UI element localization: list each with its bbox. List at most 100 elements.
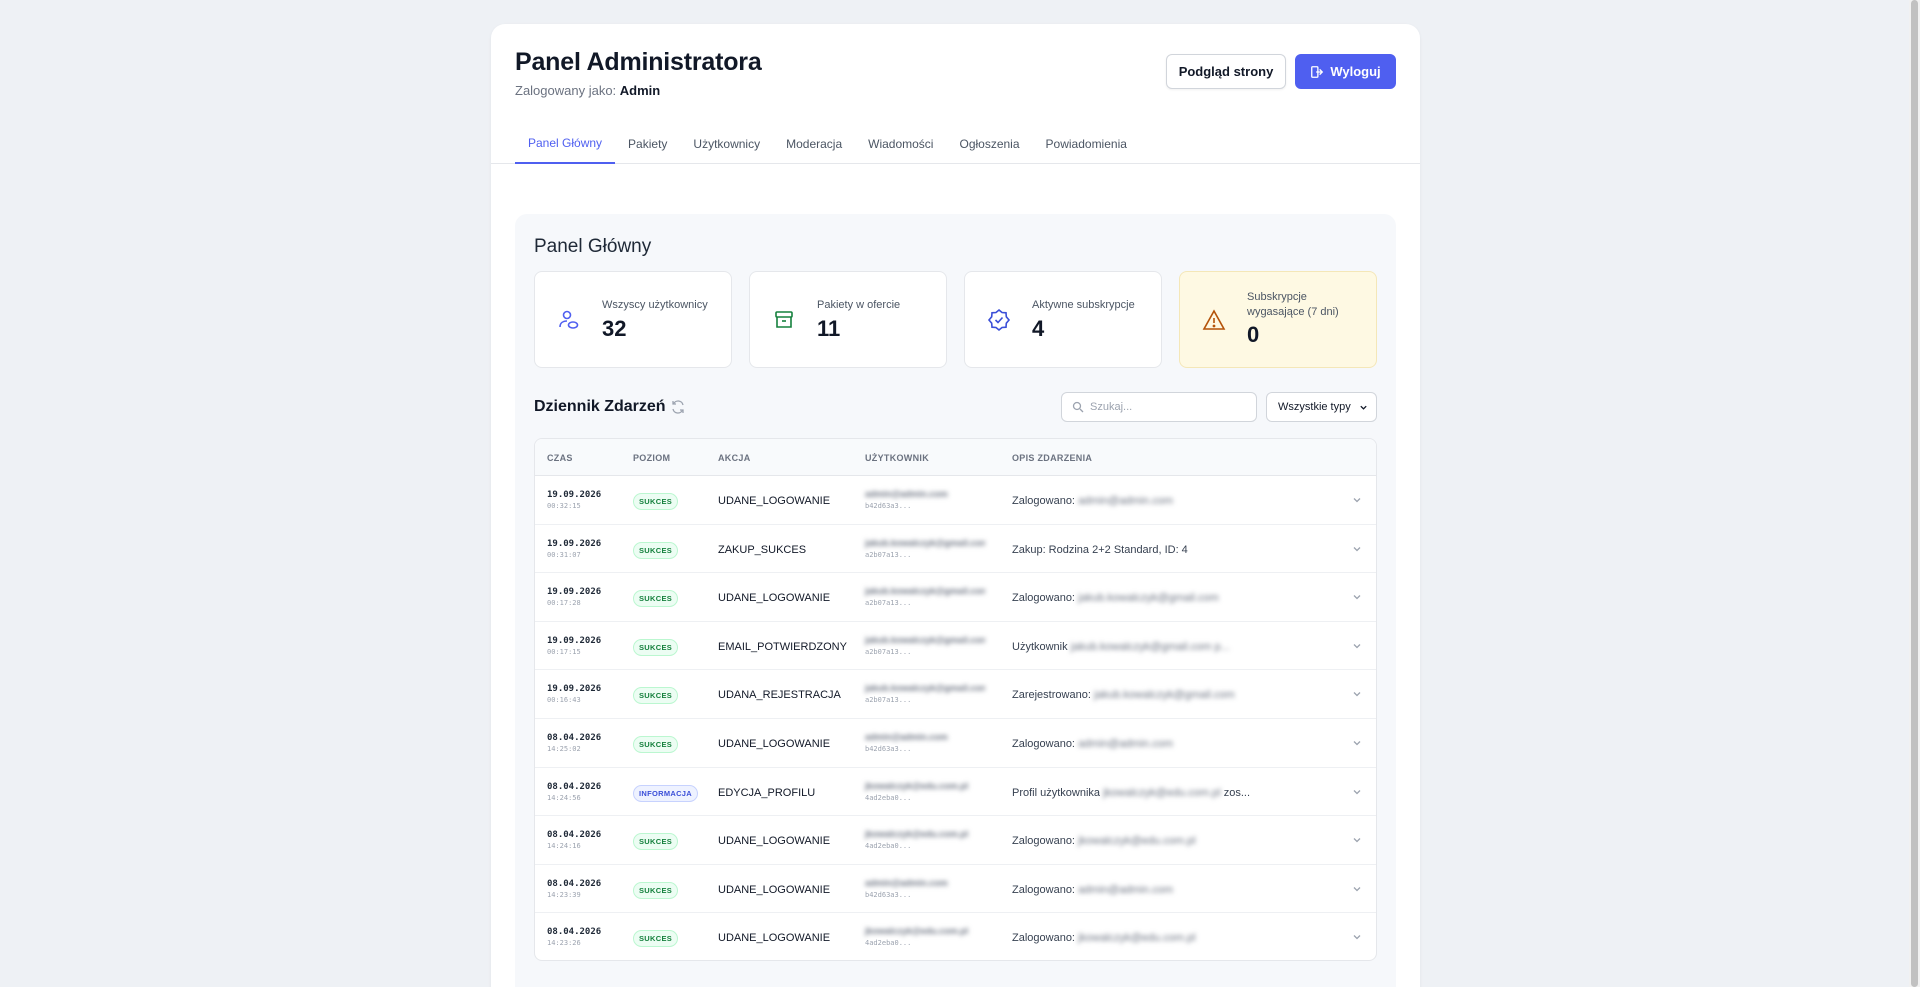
event-description-text: Profil użytkownika [1012, 786, 1101, 799]
stats-row: Wszyscy użytkownicy 32 Pakiety w ofercie… [534, 271, 1377, 368]
event-user: jkowalczyk@edu.com.pl 4ad2eba0... [865, 926, 968, 947]
chevron-down-icon[interactable] [1352, 544, 1362, 554]
table-row[interactable]: 08.04.2026 14:24:16 SUKCES UDANE_LOGOWANIE j… [535, 816, 1376, 865]
table-row[interactable]: 19.09.2026 00:32:15 SUKCES UDANE_LOGOWANIE a… [535, 476, 1376, 525]
log-header: Dziennik Zdarzeń Wszystkie typy [534, 392, 1377, 422]
event-description: Zalogowano: admin@admin.com [1012, 495, 1173, 507]
stat-value: 32 [602, 316, 627, 341]
event-description: Zalogowano: jkowalczyk@edu.com.pl [1012, 835, 1196, 847]
event-description-blurred: jakub.kowalczyk@gmail.com [1093, 689, 1235, 702]
table-row[interactable]: 19.09.2026 00:17:28 SUKCES UDANE_LOGOWANIE j… [535, 573, 1376, 622]
event-action: UDANE_LOGOWANIE [718, 495, 831, 507]
event-description-text: Zalogowano: [1012, 495, 1075, 507]
event-action: UDANE_LOGOWANIE [718, 592, 831, 605]
chevron-down-icon[interactable] [1352, 592, 1362, 602]
event-time: 08.04.2026 14:23:39 [547, 879, 601, 899]
chevron-down-icon[interactable] [1352, 835, 1362, 845]
event-clock: 14:24:56 [547, 793, 581, 802]
event-description: Zalogowano: admin@admin.com [1012, 738, 1173, 750]
logged-prefix: Zalogowany jako: [515, 83, 617, 98]
level-badge: SUKCES [633, 638, 679, 656]
type-filter-select[interactable]: Wszystkie typy [1266, 392, 1377, 422]
event-description-blurred: jkowalczyk@edu.com.pl [1078, 932, 1196, 945]
event-date: 19.09.2026 [547, 635, 602, 646]
preview-site-label: Podgląd strony [1178, 64, 1274, 79]
table-row[interactable]: 19.09.2026 00:16:43 SUKCES UDANA_REJESTRACJ… [535, 670, 1376, 719]
event-clock: 00:17:15 [547, 647, 581, 656]
event-time: 08.04.2026 14:23:26 [547, 927, 601, 947]
event-description-blurred: admin@admin.com [1078, 737, 1173, 750]
refresh-icon[interactable] [670, 399, 686, 415]
event-date: 08.04.2026 [547, 830, 602, 841]
table-row[interactable]: 19.09.2026 00:17:15 SUKCES EMAIL_POTWIERDZO… [535, 622, 1376, 671]
column-header-user: UŻYTKOWNIK [865, 453, 929, 463]
event-clock: 00:31:07 [547, 550, 581, 559]
chevron-down-icon[interactable] [1352, 689, 1362, 699]
user-email: jakub.kowalczyk@gmail.com [865, 683, 985, 694]
chevron-down-icon[interactable] [1352, 495, 1362, 505]
scrollbar-thumb[interactable] [1911, 0, 1918, 987]
user-id: b42d63a3... [865, 744, 912, 753]
search-box [1061, 392, 1257, 422]
tab-5[interactable]: Ogłoszenia [946, 124, 1032, 164]
user-id: b42d63a3... [865, 502, 912, 510]
search-input[interactable] [1090, 401, 1240, 413]
tab-3[interactable]: Moderacja [773, 124, 855, 164]
tab-4[interactable]: Wiadomości [855, 124, 946, 164]
event-date: 19.09.2026 [547, 684, 602, 695]
table-row[interactable]: 08.04.2026 14:24:56 INFORMACJA EDYCJA_PROFI… [535, 768, 1376, 817]
event-user: jakub.kowalczyk@gmail.com a2b07a13... [865, 586, 985, 607]
user-id: a2b07a13... [865, 550, 912, 559]
logout-button[interactable]: Wyloguj [1295, 54, 1396, 89]
page-scrollbar[interactable] [1909, 0, 1920, 987]
user-id: 4ad2eba0... [865, 939, 912, 948]
user-email: admin@admin.com [865, 489, 948, 499]
event-description-text: Użytkownik [1012, 640, 1068, 653]
table-row[interactable]: 08.04.2026 14:25:02 SUKCES UDANE_LOGOWANIE a… [535, 719, 1376, 768]
search-icon [1072, 401, 1084, 413]
event-time: 19.09.2026 00:31:07 [547, 539, 601, 559]
table-row[interactable]: 19.09.2026 00:31:07 SUKCES ZAKUP_SUKCES jaku… [535, 525, 1376, 574]
chevron-down-icon[interactable] [1352, 932, 1362, 942]
tab-1[interactable]: Pakiety [615, 124, 680, 164]
page-header: Panel Administratora Zalogowany jako: Ad… [515, 48, 1396, 118]
level-badge: SUKCES [633, 541, 679, 559]
event-description: Zalogowano: jakub.kowalczyk@gmail.com [1012, 592, 1219, 604]
stat-value: 11 [817, 316, 841, 341]
table-body: 19.09.2026 00:32:15 SUKCES UDANE_LOGOWANIE a… [535, 476, 1376, 960]
chevron-down-icon[interactable] [1352, 641, 1362, 651]
level-badge: SUKCES [633, 590, 679, 608]
tab-2[interactable]: Użytkownicy [680, 124, 773, 164]
event-description: Zakup: Rodzina 2+2 Standard, ID: 4 [1012, 544, 1188, 556]
table-row[interactable]: 08.04.2026 14:23:39 SUKCES UDANE_LOGOWANIE a… [535, 865, 1376, 914]
event-description: Zalogowano: jkowalczyk@edu.com.pl [1012, 932, 1196, 944]
logged-user: Admin [619, 83, 661, 98]
tab-6[interactable]: Powiadomienia [1033, 124, 1140, 164]
level-badge: SUKCES [633, 881, 679, 899]
stat-card-expiring: Subskrypcje wygasające (7 dni) 0 [1179, 271, 1377, 368]
event-description-text: Zalogowano: [1012, 883, 1075, 896]
table-row[interactable]: 08.04.2026 14:23:26 SUKCES UDANE_LOGOWANIE j… [535, 913, 1376, 960]
stat-label: Pakiety w ofercie [817, 299, 901, 311]
user-email: admin@admin.com [865, 731, 948, 742]
chevron-down-icon[interactable] [1352, 738, 1362, 748]
event-description-tail: zos... [1223, 786, 1251, 799]
event-clock: 00:16:43 [547, 696, 581, 705]
event-log-table: CZAS POZIOM AKCJA UŻYTKOWNIK OPIS ZDARZE… [534, 438, 1377, 961]
tab-0[interactable]: Panel Główny [515, 124, 616, 164]
level-badge: INFORMACJA [633, 784, 698, 802]
user-id: 4ad2eba0... [865, 793, 912, 802]
event-clock: 00:17:28 [547, 599, 581, 608]
chevron-down-icon[interactable] [1352, 787, 1362, 797]
preview-site-button[interactable]: Podgląd strony [1166, 54, 1286, 89]
event-clock: 14:23:39 [547, 890, 581, 899]
stat-label: Subskrypcje wygasające (7 dni) [1247, 291, 1339, 318]
user-email: jakub.kowalczyk@gmail.com [865, 537, 985, 548]
event-description-text: Zakup: Rodzina 2+2 Standard, ID: 4 [1012, 543, 1188, 556]
chevron-down-icon[interactable] [1352, 884, 1362, 894]
event-time: 19.09.2026 00:32:15 [547, 490, 601, 510]
event-clock: 14:23:26 [547, 939, 581, 948]
users-icon [559, 310, 579, 329]
stat-label: Aktywne subskrypcje [1032, 299, 1135, 311]
event-description: Użytkownik jakub.kowalczyk@gmail.com p..… [1012, 641, 1230, 653]
